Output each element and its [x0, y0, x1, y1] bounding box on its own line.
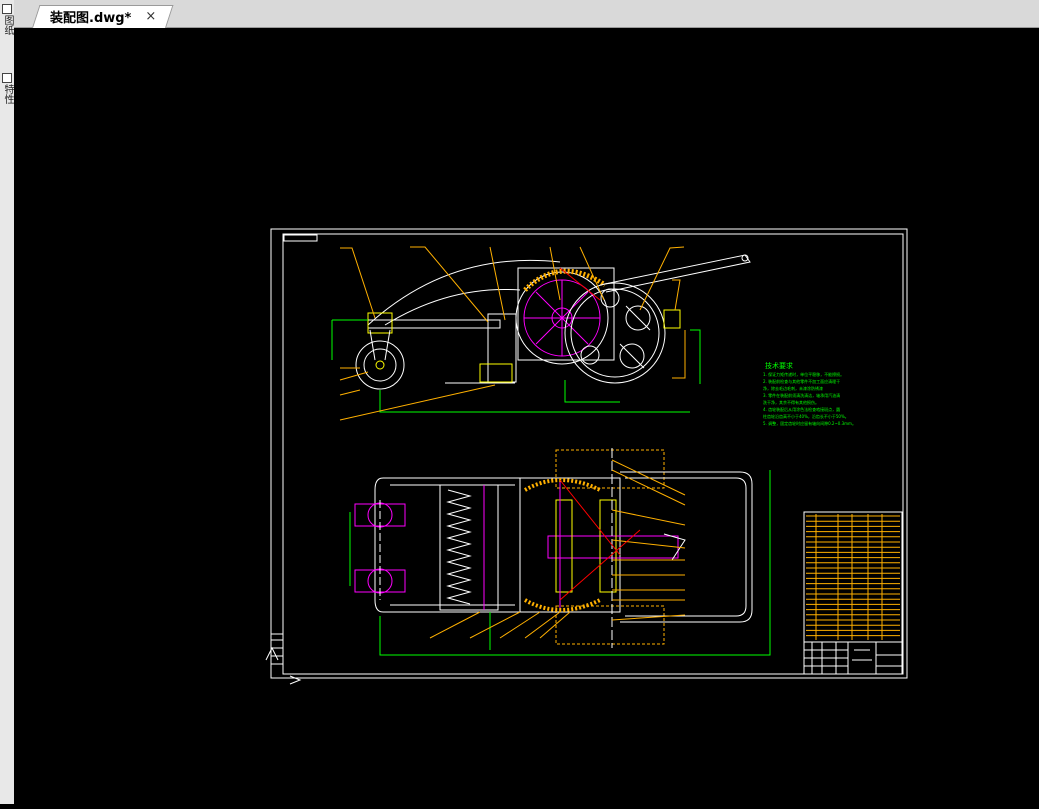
drawing-icon[interactable] — [2, 4, 12, 14]
side-tab-properties[interactable]: 特性 — [1, 84, 13, 104]
notes-heading: 技术要求 — [765, 361, 793, 370]
note-line: 柱齿轮沿齿高不小于40%，沿齿长不小于50%。 — [763, 413, 849, 419]
note-line: 3. 零件在装配前须清洗清洁，轴承用汽油清 — [763, 392, 840, 398]
note-line: 4. 齿轮装配后从用涂色法检查啮接斑点，圆 — [763, 406, 840, 412]
plan-view — [349, 448, 771, 656]
side-panel: 图纸 特性 — [0, 0, 15, 804]
note-line: 洗干净，其余不得有其他损伤。 — [763, 399, 819, 405]
drawing-canvas[interactable]: 技术要求 1. 保证力矩传递时，单位平稳移，不能擦损。 2. 装配前检查与其他零… — [14, 28, 1039, 804]
close-icon[interactable]: × — [145, 9, 156, 24]
document-tab-bar: 装配图.dwg* × — [14, 0, 1039, 28]
note-line: 1. 保证力矩传递时，单位平稳移，不能擦损。 — [763, 371, 844, 377]
sheet-frame — [265, 228, 908, 685]
note-line: 2. 装配前检查与其他零件不加工面应清理干 — [763, 378, 840, 384]
document-tab-title[interactable]: 装配图.dwg* — [50, 7, 131, 26]
title-block — [803, 511, 903, 675]
elevation-view — [331, 246, 751, 421]
properties-icon[interactable] — [2, 73, 12, 83]
side-tab-drawing[interactable]: 图纸 — [1, 15, 13, 35]
technical-requirements: 技术要求 1. 保证力矩传递时，单位平稳移，不能擦损。 2. 装配前检查与其他零… — [763, 361, 856, 426]
note-line: 5. 调整，固定齿轮时应留有轴向间隙0.2~0.3mm。 — [763, 420, 856, 426]
note-line: 净，除去毛边毛刺，未漆涂防锈漆 — [763, 385, 823, 391]
